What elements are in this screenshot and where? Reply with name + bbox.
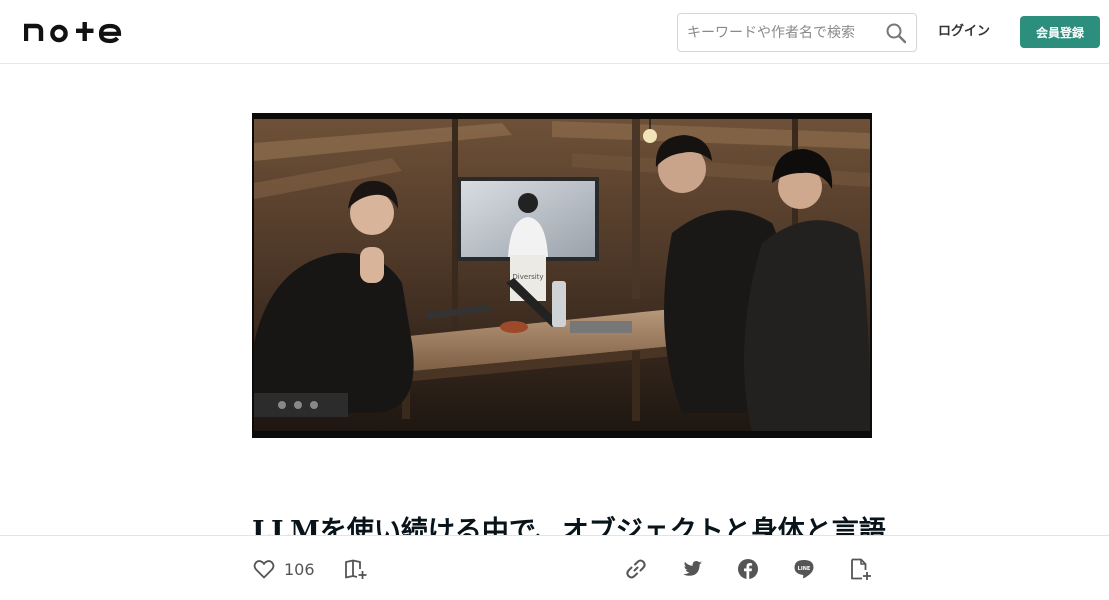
heart-icon[interactable] xyxy=(252,557,276,581)
note-logo[interactable] xyxy=(24,19,124,45)
add-note-button[interactable] xyxy=(848,556,872,582)
share-line-button[interactable]: LINE xyxy=(792,556,816,582)
facebook-icon[interactable] xyxy=(736,557,760,581)
site-header: ログイン 会員登録 xyxy=(0,0,1109,64)
article-action-bar: 106 LINE xyxy=(0,535,1109,600)
search-box[interactable] xyxy=(677,13,917,52)
hero-photo: Diversity xyxy=(252,113,872,438)
like-count: 106 xyxy=(284,559,315,579)
note-add-icon[interactable] xyxy=(848,557,872,581)
signup-button[interactable]: 会員登録 xyxy=(1020,16,1100,48)
share-twitter-button[interactable] xyxy=(680,556,704,582)
line-icon[interactable]: LINE xyxy=(792,557,816,581)
link-icon[interactable] xyxy=(624,557,648,581)
add-to-magazine-button[interactable] xyxy=(344,556,368,582)
copy-link-button[interactable] xyxy=(624,556,648,582)
magazine-add-icon[interactable] xyxy=(344,557,368,581)
login-link[interactable]: ログイン xyxy=(930,20,998,44)
like-button[interactable]: 106 xyxy=(252,556,315,582)
line-icon-text: LINE xyxy=(798,566,811,572)
search-icon[interactable] xyxy=(885,22,907,44)
twitter-icon[interactable] xyxy=(680,557,704,581)
share-facebook-button[interactable] xyxy=(736,556,760,582)
diversity-sign-text: Diversity xyxy=(512,273,543,281)
article-hero-image: Diversity xyxy=(252,113,872,438)
search-input[interactable] xyxy=(678,14,887,51)
